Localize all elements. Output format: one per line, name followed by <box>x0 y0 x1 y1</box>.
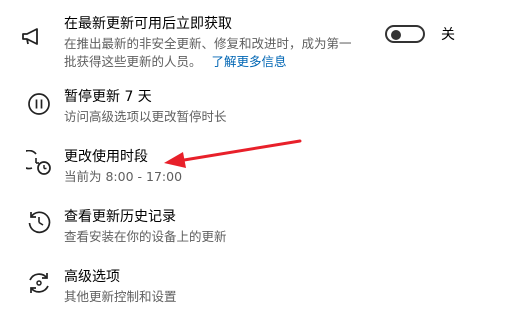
advanced-options-icon <box>26 270 52 296</box>
get-latest-updates-toggle[interactable] <box>385 25 425 43</box>
pause-updates-description: 访问高级选项以更改暂停时长 <box>64 109 227 124</box>
toggle-knob <box>391 30 401 40</box>
change-active-hours-title: 更改使用时段 <box>64 149 148 165</box>
toggle-state-label: 关 <box>441 27 455 43</box>
get-latest-updates-description-line1: 在推出最新的非安全更新、修复和改进时，成为第一 <box>64 36 352 51</box>
view-update-history-description: 查看安装在你的设备上的更新 <box>64 229 227 244</box>
learn-more-link[interactable]: 了解更多信息 <box>212 54 287 69</box>
pause-icon <box>26 91 52 117</box>
view-update-history-title: 查看更新历史记录 <box>64 209 176 225</box>
get-latest-updates-title: 在最新更新可用后立即获取 <box>64 16 232 32</box>
active-hours-current-value: 当前为 8:00 - 17:00 <box>64 169 183 184</box>
advanced-options-description: 其他更新控制和设置 <box>64 289 177 304</box>
get-latest-updates-description-line2-text: 批获得这些更新的人员。 <box>64 54 202 69</box>
pause-updates-title: 暂停更新 7 天 <box>64 89 152 105</box>
get-latest-updates-description-line2: 批获得这些更新的人员。 了解更多信息 <box>64 53 287 71</box>
megaphone-icon <box>20 24 46 50</box>
active-hours-icon <box>26 150 52 176</box>
advanced-options-title: 高级选项 <box>64 269 120 285</box>
history-icon <box>26 209 52 235</box>
